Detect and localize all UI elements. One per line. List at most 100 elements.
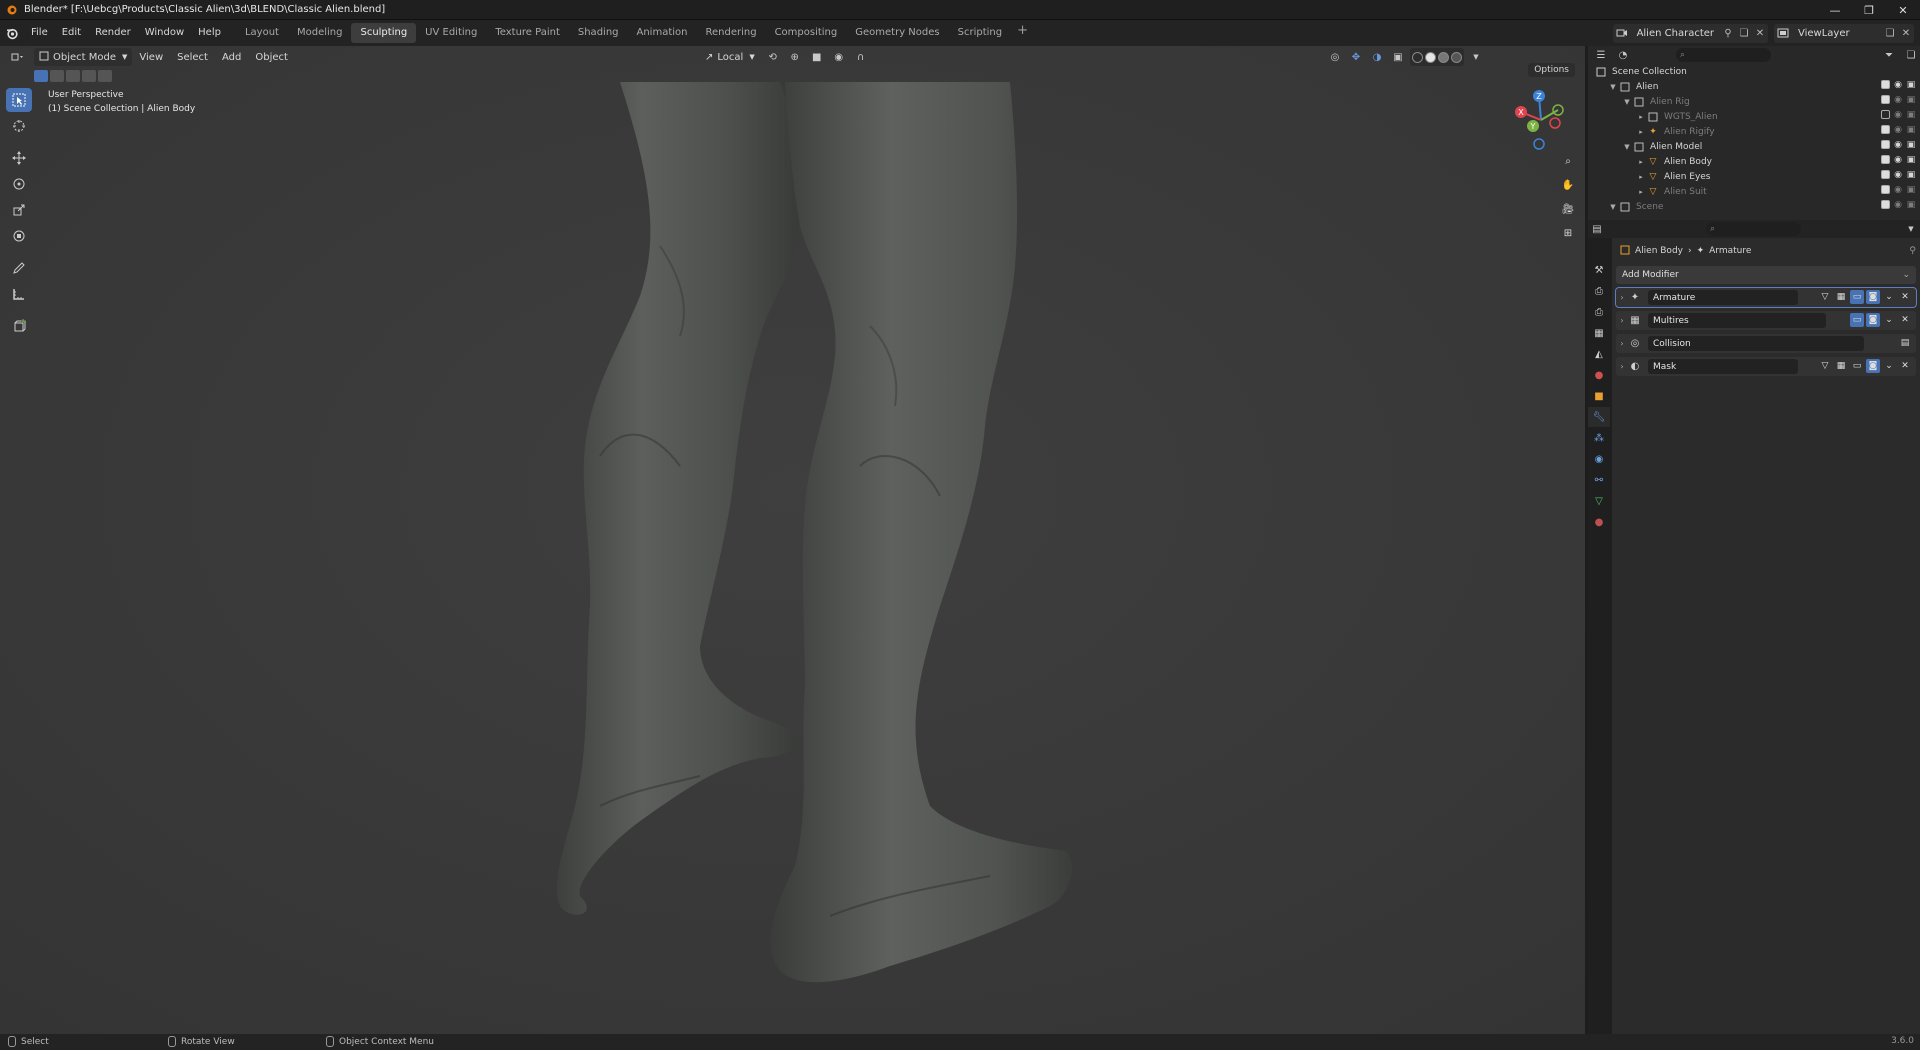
world-tab-icon[interactable]: ● bbox=[1588, 365, 1610, 385]
exclude-checkbox[interactable] bbox=[1881, 125, 1890, 134]
select-invert-icon[interactable] bbox=[82, 70, 96, 82]
transform-tool[interactable] bbox=[6, 224, 32, 248]
maximize-button[interactable]: ❐ bbox=[1852, 0, 1886, 20]
menu-edit[interactable]: Edit bbox=[55, 20, 88, 46]
eye-icon[interactable]: ◉ bbox=[1893, 140, 1903, 150]
viewport-menu-select[interactable]: Select bbox=[170, 52, 215, 63]
eye-icon[interactable]: ◉ bbox=[1893, 185, 1903, 195]
render-display-icon[interactable]: ◙ bbox=[1866, 359, 1880, 373]
tab-rendering[interactable]: Rendering bbox=[696, 23, 765, 43]
select-extend-icon[interactable] bbox=[50, 70, 64, 82]
outliner-item[interactable]: ▸ WGTS_Alien ◉ ▣ bbox=[1588, 109, 1920, 124]
falloff-icon[interactable]: ∩ bbox=[852, 48, 870, 66]
eye-icon[interactable]: ◉ bbox=[1893, 95, 1903, 105]
disclosure-arrow-icon[interactable]: ▼ bbox=[1622, 98, 1632, 106]
snap-icon[interactable]: ⊕ bbox=[786, 48, 804, 66]
camera-icon[interactable]: ▣ bbox=[1906, 125, 1916, 135]
outliner-item[interactable]: ▼ Alien Rig ◉ ▣ bbox=[1588, 94, 1920, 109]
menu-help[interactable]: Help bbox=[191, 20, 228, 46]
tab-scripting[interactable]: Scripting bbox=[949, 23, 1011, 43]
chevron-down-icon[interactable]: ⌄ bbox=[1882, 313, 1896, 327]
modifier-name-field[interactable]: Armature bbox=[1648, 290, 1798, 305]
modifier-collision[interactable]: › ◎ Collision ▤ bbox=[1616, 334, 1916, 353]
exclude-checkbox[interactable] bbox=[1881, 170, 1890, 179]
camera-icon[interactable]: ▣ bbox=[1906, 200, 1916, 210]
gizmo-toggle-icon[interactable]: ✥ bbox=[1347, 48, 1365, 66]
eye-icon[interactable]: ◉ bbox=[1893, 200, 1903, 210]
close-button[interactable]: ✕ bbox=[1886, 0, 1920, 20]
disclosure-arrow-icon[interactable]: ▸ bbox=[1636, 113, 1646, 121]
exclude-checkbox[interactable] bbox=[1881, 95, 1890, 104]
outliner-item[interactable]: ▼ Scene ◉ ▣ bbox=[1588, 199, 1920, 214]
remove-modifier-icon[interactable]: ✕ bbox=[1898, 359, 1912, 373]
tab-compositing[interactable]: Compositing bbox=[766, 23, 847, 43]
disclosure-arrow-icon[interactable]: ▸ bbox=[1636, 173, 1646, 181]
exclude-checkbox[interactable] bbox=[1881, 200, 1890, 209]
modifier-name-field[interactable]: Multires bbox=[1648, 313, 1826, 328]
outliner-item[interactable]: ▸ ▽ Alien Suit ◉ ▣ bbox=[1588, 184, 1920, 199]
modifier-armature[interactable]: › ✦ Armature ▽ ▦ ▭ ◙ ⌄ ✕ bbox=[1615, 287, 1917, 308]
outliner-item[interactable]: ▸ ▽ Alien Body ◉ ▣ bbox=[1588, 154, 1920, 169]
tab-texture-paint[interactable]: Texture Paint bbox=[486, 23, 569, 43]
menu-window[interactable]: Window bbox=[138, 20, 191, 46]
ortho-grid-icon[interactable]: ⊞ bbox=[1559, 224, 1577, 242]
new-collection-icon[interactable]: ❏ bbox=[1902, 46, 1920, 64]
add-modifier-button[interactable]: Add Modifier ⌄ bbox=[1616, 266, 1916, 284]
outliner-item[interactable]: ▼ Alien ◉ ▣ bbox=[1588, 79, 1920, 94]
measure-tool[interactable] bbox=[6, 282, 32, 306]
gizmo-z-neg-axis[interactable] bbox=[1533, 138, 1545, 150]
output-tab-icon[interactable]: ⎙ bbox=[1588, 302, 1610, 322]
tab-modeling[interactable]: Modeling bbox=[288, 23, 352, 43]
camera-icon[interactable]: ▣ bbox=[1906, 110, 1916, 120]
delete-scene-icon[interactable]: ✕ bbox=[1752, 25, 1768, 41]
tab-shading[interactable]: Shading bbox=[569, 23, 628, 43]
physics-tab-icon[interactable]: ◉ bbox=[1588, 449, 1610, 469]
pan-hand-icon[interactable]: ✋ bbox=[1559, 176, 1577, 194]
viewport-display-icon[interactable]: ▭ bbox=[1850, 313, 1864, 327]
shading-options-icon[interactable]: ▼ bbox=[1467, 48, 1485, 66]
scale-tool[interactable] bbox=[6, 198, 32, 222]
constraints-tab-icon[interactable]: ⚯ bbox=[1588, 470, 1610, 490]
exclude-checkbox[interactable] bbox=[1881, 80, 1890, 89]
expand-arrow-icon[interactable]: › bbox=[1616, 316, 1628, 325]
select-subtract-icon[interactable] bbox=[66, 70, 80, 82]
pivot-icon[interactable]: ⟲ bbox=[764, 48, 782, 66]
camera-icon[interactable]: ▣ bbox=[1906, 155, 1916, 165]
display-mode-icon[interactable]: ◔ bbox=[1614, 46, 1632, 64]
viewport-display-icon[interactable]: ▭ bbox=[1850, 359, 1864, 373]
modifier-name-field[interactable]: Mask bbox=[1648, 359, 1798, 374]
viewport-menu-add[interactable]: Add bbox=[215, 52, 248, 63]
new-scene-icon[interactable]: ❏ bbox=[1736, 25, 1752, 41]
exclude-checkbox[interactable] bbox=[1881, 140, 1890, 149]
on-cage-icon[interactable]: ▽ bbox=[1818, 359, 1832, 373]
eye-icon[interactable]: ◉ bbox=[1893, 125, 1903, 135]
render-display-icon[interactable]: ◙ bbox=[1866, 290, 1880, 304]
tab-geometry-nodes[interactable]: Geometry Nodes bbox=[846, 23, 948, 43]
outliner-search-input[interactable]: ⌕ bbox=[1676, 48, 1771, 62]
minimize-button[interactable]: — bbox=[1818, 0, 1852, 20]
render-tab-icon[interactable]: ⎙ bbox=[1588, 281, 1610, 301]
data-tab-icon[interactable]: ▽ bbox=[1588, 491, 1610, 511]
exclude-checkbox[interactable] bbox=[1881, 155, 1890, 164]
zoom-icon[interactable]: ⌕ bbox=[1559, 152, 1577, 170]
camera-icon[interactable]: ▣ bbox=[1906, 80, 1916, 90]
outliner-item[interactable]: ▸ ▽ Alien Eyes ◉ ▣ bbox=[1588, 169, 1920, 184]
delete-view-layer-icon[interactable]: ✕ bbox=[1898, 25, 1914, 41]
gizmo-x-neg-axis[interactable] bbox=[1549, 117, 1561, 129]
camera-icon[interactable]: ▣ bbox=[1906, 185, 1916, 195]
remove-modifier-icon[interactable]: ✕ bbox=[1898, 290, 1912, 304]
mode-dropdown[interactable]: Object Mode ▼ bbox=[34, 48, 133, 66]
add-workspace-button[interactable]: + bbox=[1011, 23, 1034, 43]
proportional-edit-icon[interactable]: ◉ bbox=[830, 48, 848, 66]
exclude-checkbox[interactable] bbox=[1881, 110, 1890, 119]
disclosure-arrow-icon[interactable]: ▼ bbox=[1608, 203, 1618, 211]
disclosure-arrow-icon[interactable]: ▼ bbox=[1622, 143, 1632, 151]
outliner-item[interactable]: ▸ ✦ Alien Rigify ◉ ▣ bbox=[1588, 124, 1920, 139]
disclosure-arrow-icon[interactable]: ▸ bbox=[1636, 188, 1646, 196]
expand-arrow-icon[interactable]: › bbox=[1616, 362, 1628, 371]
eye-icon[interactable]: ◉ bbox=[1893, 80, 1903, 90]
expand-arrow-icon[interactable]: › bbox=[1616, 293, 1628, 302]
tool-tab-icon[interactable]: ⚒ bbox=[1588, 260, 1610, 280]
blender-menu-icon[interactable] bbox=[0, 20, 24, 46]
navigation-gizmo[interactable]: Z X Y bbox=[1511, 86, 1573, 152]
